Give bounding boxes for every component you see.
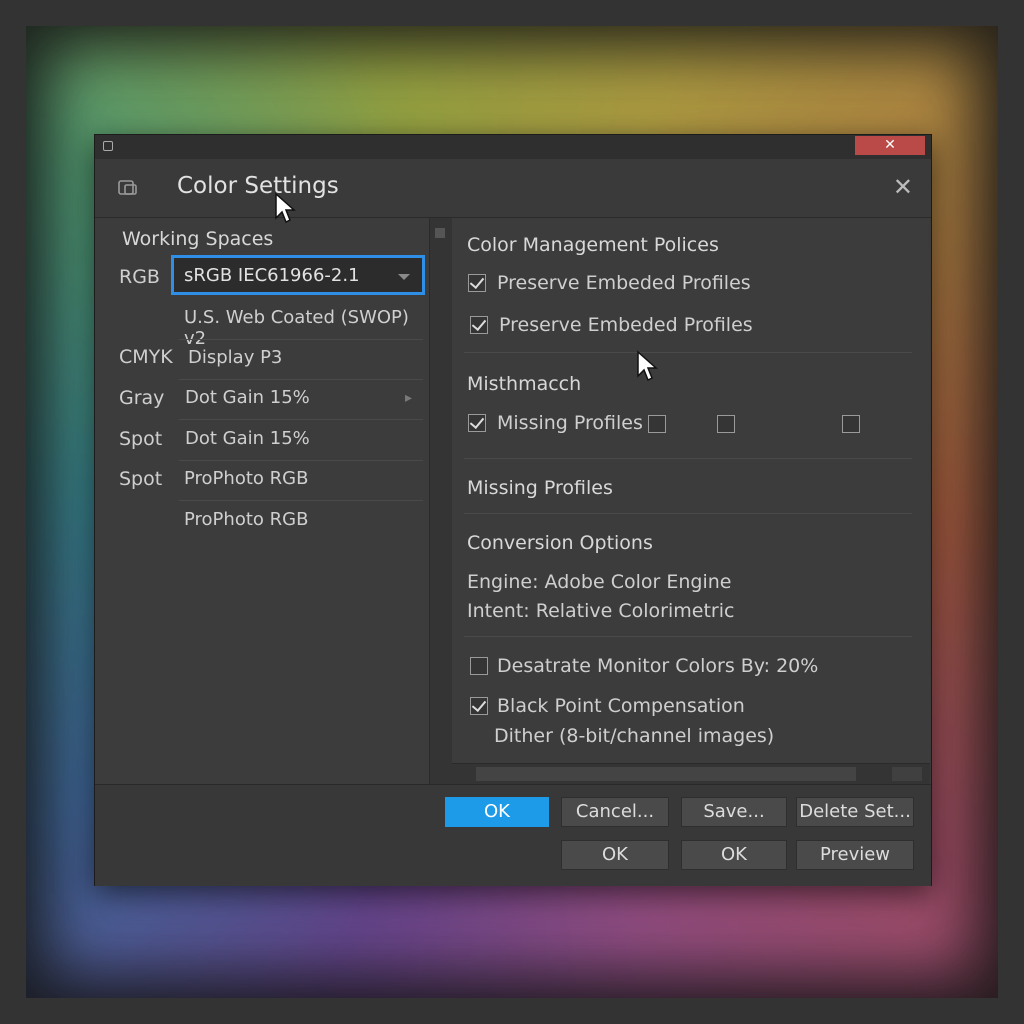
- app-icon: [103, 141, 113, 151]
- ws-label-rgb: RGB: [119, 266, 160, 288]
- dialog-title: Color Settings: [177, 173, 339, 199]
- divider: [179, 339, 423, 340]
- ws-value-gray[interactable]: Dot Gain 15%: [185, 387, 310, 408]
- preserve-profiles-label-1: Preserve Embeded Profiles: [497, 272, 751, 294]
- ok-button[interactable]: OK: [445, 797, 549, 827]
- missing-profiles-heading: Missing Profiles: [467, 477, 613, 499]
- ws-value-1[interactable]: U.S. Web Coated (SWOP) v2: [184, 307, 429, 349]
- engine-label[interactable]: Engine: Adobe Color Engine: [467, 571, 731, 593]
- rgb-working-space-select[interactable]: sRGB IEC61966-2.1: [171, 255, 425, 295]
- delete-set-button[interactable]: Delete Set...: [796, 797, 914, 827]
- ws-label-gray: Gray: [119, 387, 165, 409]
- mouse-cursor-icon: [637, 350, 658, 382]
- chevron-right-icon: ▸: [405, 390, 413, 406]
- preview-button[interactable]: Preview: [796, 840, 914, 870]
- horizontal-scrollbar[interactable]: [452, 763, 930, 784]
- scroll-end-cap: [892, 767, 922, 781]
- ws-value-spot-2[interactable]: ProPhoto RGB: [184, 468, 308, 489]
- mismatch-option-checkbox-1[interactable]: [648, 415, 666, 433]
- ok-button-secondary[interactable]: OK: [561, 840, 669, 870]
- rgb-select-value: sRGB IEC61966-2.1: [184, 265, 360, 286]
- preserve-profiles-checkbox-2[interactable]: [470, 316, 488, 334]
- working-spaces-heading: Working Spaces: [122, 228, 274, 250]
- intent-label[interactable]: Intent: Relative Colorimetric: [467, 600, 734, 622]
- missing-profiles-label: Missing Profiles: [497, 412, 643, 434]
- policies-panel: Color Management Polices Preserve Embede…: [452, 218, 930, 784]
- divider: [179, 500, 423, 501]
- ws-value-spot-1[interactable]: Dot Gain 15%: [185, 428, 310, 449]
- mismatch-option-checkbox-2[interactable]: [717, 415, 735, 433]
- ws-label-spot-2: Spot: [119, 468, 163, 490]
- mismatch-option-checkbox-3[interactable]: [842, 415, 860, 433]
- color-settings-icon: [118, 180, 137, 195]
- save-button[interactable]: Save...: [681, 797, 787, 827]
- mismatch-heading: Misthmacch: [467, 373, 582, 395]
- os-title-bar: ✕: [95, 135, 931, 160]
- left-scrollbar[interactable]: [429, 218, 453, 784]
- dither-label[interactable]: Dither (8-bit/channel images): [494, 725, 774, 747]
- scroll-track[interactable]: [476, 767, 856, 781]
- color-settings-dialog: ✕ Color Settings ✕ Working Spaces RGB sR…: [94, 134, 932, 886]
- black-point-checkbox[interactable]: [470, 697, 488, 715]
- black-point-label: Black Point Compensation: [497, 695, 745, 717]
- cancel-button[interactable]: Cancel...: [561, 797, 669, 827]
- chevron-down-icon: [398, 274, 410, 280]
- close-icon[interactable]: ✕: [893, 173, 913, 201]
- ws-value-cmyk[interactable]: Display P3: [188, 347, 282, 368]
- divider: [179, 379, 423, 380]
- scroll-thumb[interactable]: [435, 228, 445, 238]
- ok-button-tertiary[interactable]: OK: [681, 840, 787, 870]
- conversion-options-heading: Conversion Options: [467, 532, 653, 554]
- missing-profiles-checkbox[interactable]: [468, 414, 486, 432]
- divider: [179, 460, 423, 461]
- desaturate-checkbox[interactable]: [470, 657, 488, 675]
- divider: [464, 636, 912, 637]
- dialog-title-bar: Color Settings ✕: [95, 159, 931, 218]
- divider: [464, 458, 912, 459]
- ws-label-spot-1: Spot: [119, 428, 163, 450]
- os-close-button[interactable]: ✕: [855, 136, 925, 155]
- ws-label-cmyk: CMYK: [119, 346, 173, 368]
- dialog-footer: OK Cancel... Save... Delete Set... OK OK…: [95, 784, 931, 886]
- divider: [179, 419, 423, 420]
- preserve-profiles-label-2: Preserve Embeded Profiles: [499, 314, 753, 336]
- mouse-cursor-icon: [275, 192, 296, 224]
- divider: [464, 352, 912, 353]
- divider: [464, 513, 912, 514]
- preserve-profiles-checkbox-1[interactable]: [468, 274, 486, 292]
- desaturate-label: Desatrate Monitor Colors By: 20%: [497, 655, 819, 677]
- ws-value-6[interactable]: ProPhoto RGB: [184, 509, 308, 530]
- policies-heading: Color Management Polices: [467, 234, 719, 256]
- working-spaces-panel: Working Spaces RGB sRGB IEC61966-2.1 U.S…: [95, 218, 429, 784]
